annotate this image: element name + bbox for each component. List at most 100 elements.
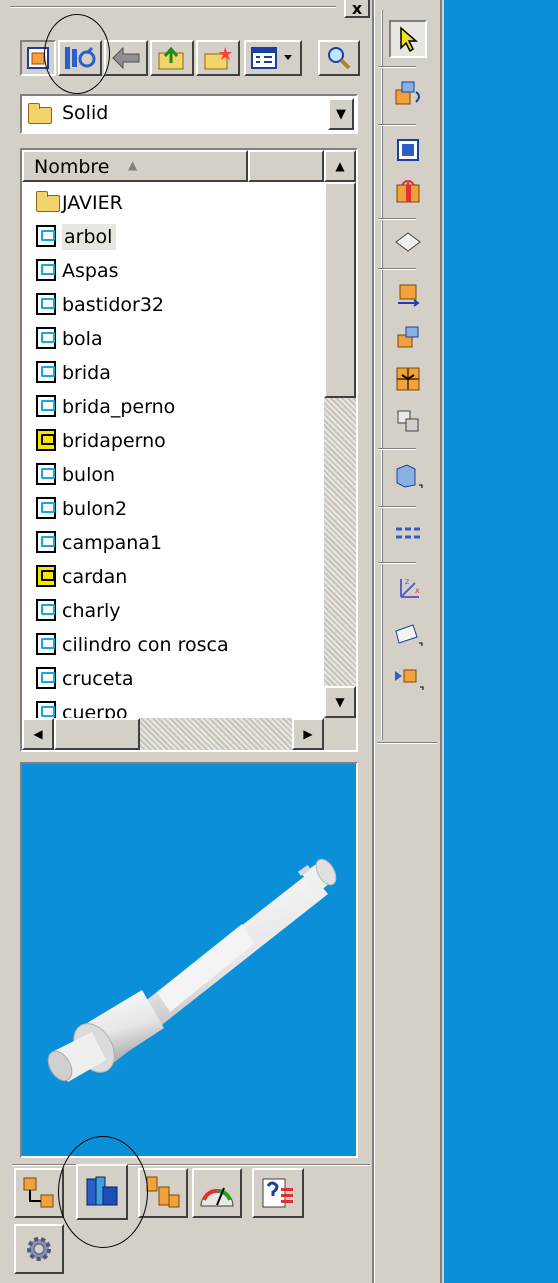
folder-select[interactable]: Solid ▼ bbox=[20, 94, 358, 134]
list-item-label: bridaperno bbox=[62, 430, 166, 452]
svg-text:z: z bbox=[405, 577, 409, 586]
folder-select-dropdown-button[interactable]: ▼ bbox=[328, 98, 354, 130]
tab-feature-tree[interactable] bbox=[14, 1168, 64, 1218]
scroll-right-button[interactable]: ▶ bbox=[292, 718, 324, 750]
toolbar-bottom-edge bbox=[377, 742, 437, 744]
list-item[interactable]: campana1 bbox=[36, 528, 162, 558]
part-file-icon bbox=[36, 327, 56, 349]
gift-box-button[interactable] bbox=[389, 172, 427, 210]
part-file-icon bbox=[36, 531, 56, 553]
file-list[interactable]: Nombre ▲ JAVIER arbol Aspas bastidor32 b… bbox=[20, 148, 358, 752]
column-header-nombre[interactable]: Nombre ▲ bbox=[22, 150, 248, 182]
revolve-icon bbox=[397, 326, 419, 348]
list-item-label: cardan bbox=[62, 566, 128, 588]
scroll-up-button[interactable]: ▲ bbox=[324, 150, 356, 182]
list-item-label: bastidor32 bbox=[62, 294, 165, 316]
extrude-icon bbox=[398, 284, 420, 307]
panel-title-line bbox=[10, 6, 336, 8]
list-item[interactable]: cilindro con rosca bbox=[36, 630, 229, 660]
folder-icon bbox=[36, 191, 60, 212]
vertical-scrollbar[interactable]: ▲ ▼ bbox=[324, 150, 356, 718]
back-button[interactable] bbox=[104, 40, 148, 76]
shaft-model-image bbox=[47, 858, 337, 1082]
list-item[interactable]: bastidor32 bbox=[36, 290, 164, 320]
diamond-plane-icon bbox=[395, 232, 421, 252]
highlight-circle-tabs bbox=[58, 1136, 148, 1248]
design-workspace[interactable] bbox=[444, 0, 558, 1283]
list-item-label: bulon bbox=[62, 464, 116, 486]
vertical-toolbar: zx bbox=[374, 0, 442, 1283]
list-item[interactable]: arbol bbox=[36, 222, 117, 252]
views-menu-button[interactable] bbox=[244, 40, 302, 76]
tab-settings[interactable] bbox=[14, 1224, 64, 1274]
part-file-icon bbox=[36, 633, 56, 655]
copy-shape-button[interactable] bbox=[389, 402, 427, 440]
back-arrow-icon bbox=[112, 46, 140, 70]
list-item[interactable]: brida_perno bbox=[36, 392, 175, 422]
sketch-plane-icon bbox=[395, 624, 423, 646]
scene-button[interactable] bbox=[389, 132, 427, 168]
list-item[interactable]: bridaperno bbox=[36, 426, 166, 456]
split-icon bbox=[396, 367, 420, 391]
scroll-down-button[interactable]: ▼ bbox=[324, 686, 356, 718]
list-item-label: JAVIER bbox=[62, 192, 123, 214]
list-item-label: Aspas bbox=[62, 260, 119, 282]
sketch-plane-button[interactable] bbox=[389, 614, 427, 654]
part-file-icon bbox=[36, 293, 56, 315]
horizontal-scroll-thumb[interactable] bbox=[54, 718, 140, 750]
list-item[interactable]: bulon bbox=[36, 460, 115, 490]
scrollbar-corner bbox=[324, 718, 356, 750]
extrude-button[interactable] bbox=[389, 276, 427, 314]
search-icon bbox=[328, 47, 351, 70]
split-button[interactable] bbox=[389, 360, 427, 398]
revolve-button[interactable] bbox=[389, 318, 427, 356]
folder-icon bbox=[28, 103, 52, 124]
vertical-scroll-thumb[interactable] bbox=[324, 182, 356, 398]
up-folder-icon bbox=[158, 46, 184, 70]
face-button[interactable] bbox=[389, 456, 427, 496]
tab-gauge[interactable] bbox=[192, 1168, 242, 1218]
help-document-icon bbox=[262, 1178, 293, 1208]
animation-button[interactable] bbox=[389, 658, 427, 698]
list-item[interactable]: bulon2 bbox=[36, 494, 127, 524]
column-header-empty[interactable] bbox=[248, 150, 324, 182]
horizontal-scrollbar[interactable]: ◀ ▶ bbox=[22, 718, 324, 750]
part-file-icon bbox=[36, 599, 56, 621]
list-item-folder[interactable]: JAVIER bbox=[36, 188, 123, 218]
part-file-icon bbox=[36, 259, 56, 281]
column-header-label: Nombre bbox=[34, 156, 110, 178]
close-button[interactable]: x bbox=[344, 0, 370, 18]
list-item[interactable]: bola bbox=[36, 324, 103, 354]
svg-text:x: x bbox=[415, 586, 420, 595]
gear-icon bbox=[27, 1237, 51, 1261]
tab-help[interactable] bbox=[252, 1168, 304, 1218]
xyz-axes-icon: zx bbox=[400, 577, 420, 598]
list-item[interactable]: cruceta bbox=[36, 664, 134, 694]
list-item[interactable]: charly bbox=[36, 596, 120, 626]
folder-select-value: Solid bbox=[62, 102, 109, 124]
scroll-left-icon: ◀ bbox=[33, 727, 43, 741]
gauge-icon bbox=[200, 1187, 234, 1207]
assembly-file-icon bbox=[36, 565, 56, 587]
list-item[interactable]: brida bbox=[36, 358, 111, 388]
list-item-label: bola bbox=[62, 328, 103, 350]
select-tool-button[interactable] bbox=[389, 20, 427, 58]
sort-ascending-icon: ▲ bbox=[128, 158, 138, 172]
scroll-left-button[interactable]: ◀ bbox=[22, 718, 54, 750]
list-item[interactable]: cardan bbox=[36, 562, 127, 592]
new-folder-button[interactable] bbox=[196, 40, 240, 76]
coordinate-system-button[interactable]: zx bbox=[389, 570, 427, 610]
plane-button[interactable] bbox=[389, 224, 427, 260]
solid-primitive-icon bbox=[395, 81, 420, 105]
part-file-icon bbox=[36, 361, 56, 383]
part-file-icon bbox=[36, 395, 56, 417]
list-item-label: campana1 bbox=[62, 532, 163, 554]
up-folder-button[interactable] bbox=[150, 40, 194, 76]
new-folder-icon bbox=[204, 47, 232, 70]
solid-primitive-button[interactable] bbox=[389, 74, 427, 114]
array-button[interactable] bbox=[389, 514, 427, 552]
scroll-down-icon: ▼ bbox=[335, 695, 345, 709]
search-button[interactable] bbox=[318, 40, 360, 76]
feature-tree-icon bbox=[23, 1177, 54, 1208]
list-item[interactable]: Aspas bbox=[36, 256, 119, 286]
